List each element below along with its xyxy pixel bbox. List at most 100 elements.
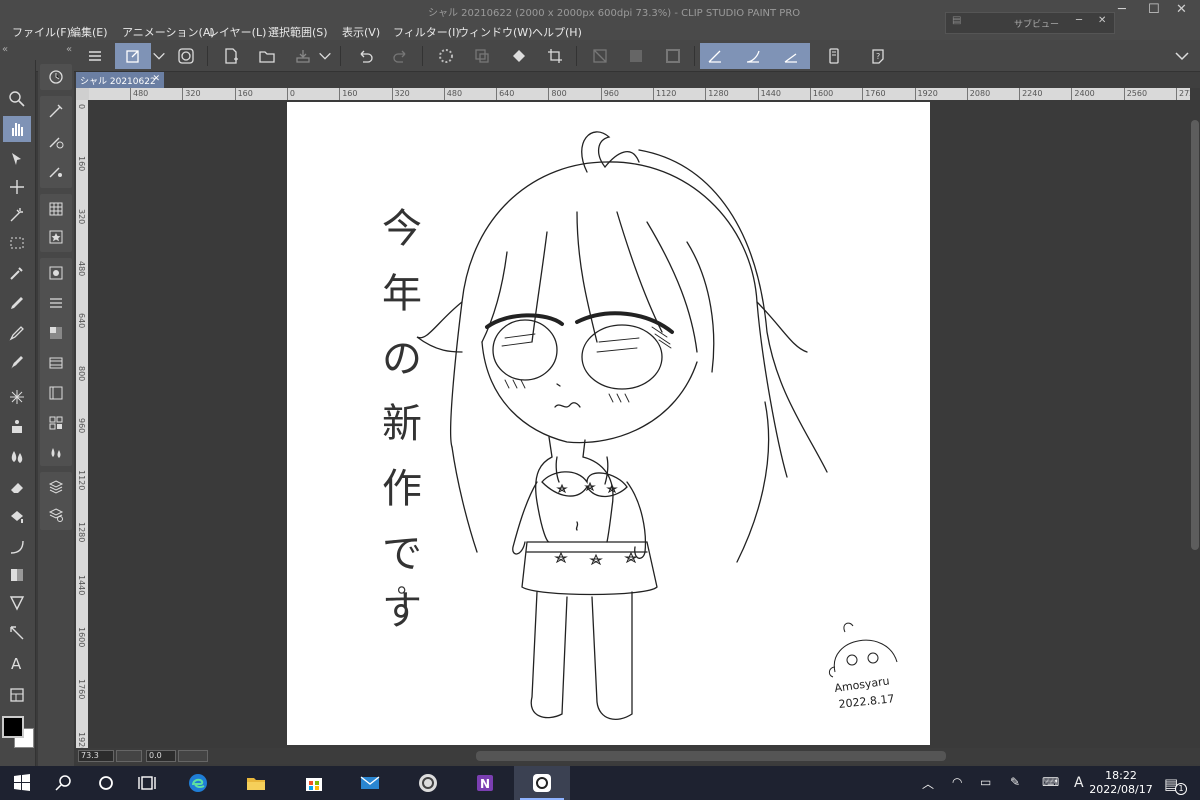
- close-icon[interactable]: ✕: [1176, 2, 1187, 17]
- text-icon[interactable]: A: [3, 650, 31, 676]
- balloon-icon[interactable]: [3, 620, 31, 646]
- mail-icon[interactable]: [348, 766, 392, 800]
- layer-settings-icon[interactable]: [45, 504, 67, 526]
- crop-icon[interactable]: [541, 43, 569, 69]
- subview-close-icon[interactable]: ✕: [1098, 15, 1106, 26]
- menu-window[interactable]: ウィンドウ(W): [458, 24, 532, 40]
- open-icon[interactable]: [253, 43, 281, 69]
- fill-icon[interactable]: [505, 43, 533, 69]
- edge-icon[interactable]: [176, 766, 220, 800]
- frame-icon[interactable]: [659, 43, 687, 69]
- sub-tool-icon[interactable]: [45, 100, 67, 122]
- zoom-field[interactable]: 73.3: [78, 750, 114, 762]
- menu-help[interactable]: ヘルプ(H): [532, 24, 582, 40]
- gradient-icon[interactable]: [3, 562, 31, 588]
- decoration-icon[interactable]: [3, 384, 31, 410]
- maximize-icon[interactable]: ☐: [1148, 2, 1160, 17]
- ime-indicator[interactable]: A: [1074, 775, 1084, 791]
- brush-size-icon[interactable]: [45, 160, 67, 182]
- cortana-icon[interactable]: [84, 766, 128, 800]
- color-set-icon[interactable]: [45, 198, 67, 220]
- foreground-color-swatch[interactable]: [2, 716, 24, 738]
- chevron-down-icon[interactable]: [317, 43, 333, 69]
- color-slider-icon[interactable]: [45, 322, 67, 344]
- panel-layout-icon[interactable]: [3, 682, 31, 708]
- drawing-canvas[interactable]: 今 年 の 新 作 で す 。 Amosyaru 2022.8.17: [287, 102, 930, 745]
- menu-file[interactable]: ファイル(F): [12, 24, 71, 40]
- eyedropper-icon[interactable]: [3, 260, 31, 286]
- material-icon[interactable]: [45, 226, 67, 248]
- minimize-icon[interactable]: ─: [1118, 2, 1126, 17]
- brush-tool-icon[interactable]: [3, 350, 31, 376]
- zoom-icon[interactable]: [3, 86, 31, 112]
- tablet-icon[interactable]: [820, 43, 848, 69]
- rotation-slider[interactable]: [178, 750, 208, 762]
- store-icon[interactable]: [292, 766, 336, 800]
- layer-icon[interactable]: [45, 476, 67, 498]
- tab-close-icon[interactable]: ✕: [152, 74, 160, 84]
- tone-icon[interactable]: [622, 43, 650, 69]
- auto-select-icon[interactable]: [3, 202, 31, 228]
- clip-studio-icon[interactable]: [172, 43, 200, 69]
- menu-view[interactable]: 表示(V): [342, 24, 380, 40]
- undo-icon[interactable]: [351, 43, 379, 69]
- new-file-icon[interactable]: [217, 43, 245, 69]
- menu-animation[interactable]: アニメーション(A): [122, 24, 215, 40]
- loading-icon[interactable]: [432, 43, 460, 69]
- selection-icon[interactable]: [3, 230, 31, 256]
- operation-icon[interactable]: [3, 146, 31, 172]
- layer-search-icon[interactable]: [45, 382, 67, 404]
- menu-filter[interactable]: フィルター(I): [393, 24, 460, 40]
- menu-edit[interactable]: 編集(E): [70, 24, 108, 40]
- clip-studio-paint-icon[interactable]: [514, 766, 570, 800]
- pen-icon[interactable]: ✎: [1010, 775, 1020, 789]
- color-history-icon[interactable]: [45, 442, 67, 464]
- battery-icon[interactable]: ▭: [980, 775, 991, 789]
- file-explorer-icon[interactable]: [234, 766, 278, 800]
- figure-icon[interactable]: [3, 590, 31, 616]
- chevron-up-icon[interactable]: ︿: [922, 775, 934, 792]
- zoom-slider[interactable]: [116, 750, 142, 762]
- color-wheel-icon[interactable]: [45, 262, 67, 284]
- pen-icon[interactable]: [3, 290, 31, 316]
- horizontal-scroll-thumb[interactable]: [476, 751, 946, 761]
- menu-layer[interactable]: レイヤー(L): [208, 24, 266, 40]
- hand-icon[interactable]: [3, 116, 31, 142]
- wifi-icon[interactable]: ◠: [952, 775, 962, 789]
- clip-studio-launcher-icon[interactable]: [406, 766, 450, 800]
- navigator-icon[interactable]: [45, 66, 67, 88]
- help-icon[interactable]: ?: [864, 43, 892, 69]
- document-tab[interactable]: シャル 20210622 ✕: [76, 72, 164, 88]
- chevron-down-icon[interactable]: [1172, 43, 1192, 69]
- menu-selection[interactable]: 選択範囲(S): [268, 24, 328, 40]
- panel-grip-icon[interactable]: ▤: [952, 15, 961, 26]
- redo-icon[interactable]: [387, 43, 415, 69]
- animation-cels-icon[interactable]: [45, 412, 67, 434]
- brush-icon[interactable]: [744, 47, 762, 65]
- export-icon[interactable]: [289, 43, 317, 69]
- clear-icon[interactable]: [586, 43, 614, 69]
- search-icon[interactable]: [42, 766, 86, 800]
- pen-stabilizer-icon[interactable]: [706, 47, 724, 65]
- menu-icon[interactable]: [81, 43, 109, 69]
- move-icon[interactable]: [3, 174, 31, 200]
- airbrush-icon[interactable]: [3, 414, 31, 440]
- vertical-scroll-thumb[interactable]: [1191, 120, 1199, 550]
- tool-property-icon[interactable]: [45, 130, 67, 152]
- blend-icon[interactable]: [3, 444, 31, 470]
- onenote-icon[interactable]: N: [463, 766, 507, 800]
- clock[interactable]: 18:22 2022/08/17: [1088, 769, 1154, 797]
- timeline-icon[interactable]: [45, 352, 67, 374]
- curve-icon[interactable]: [3, 534, 31, 560]
- keyboard-icon[interactable]: ⌨: [1042, 775, 1059, 789]
- transform-icon[interactable]: [468, 43, 496, 69]
- quick-access-icon[interactable]: [115, 43, 151, 69]
- windows-start-icon[interactable]: [0, 766, 44, 800]
- chevron-down-icon[interactable]: [151, 43, 167, 69]
- panel-collapse-icon[interactable]: «: [2, 44, 8, 55]
- layer-property-icon[interactable]: [45, 292, 67, 314]
- ruler-icon[interactable]: [782, 47, 800, 65]
- rotation-field[interactable]: 0.0: [146, 750, 176, 762]
- bucket-icon[interactable]: [3, 504, 31, 530]
- panel-collapse-icon[interactable]: «: [66, 44, 72, 55]
